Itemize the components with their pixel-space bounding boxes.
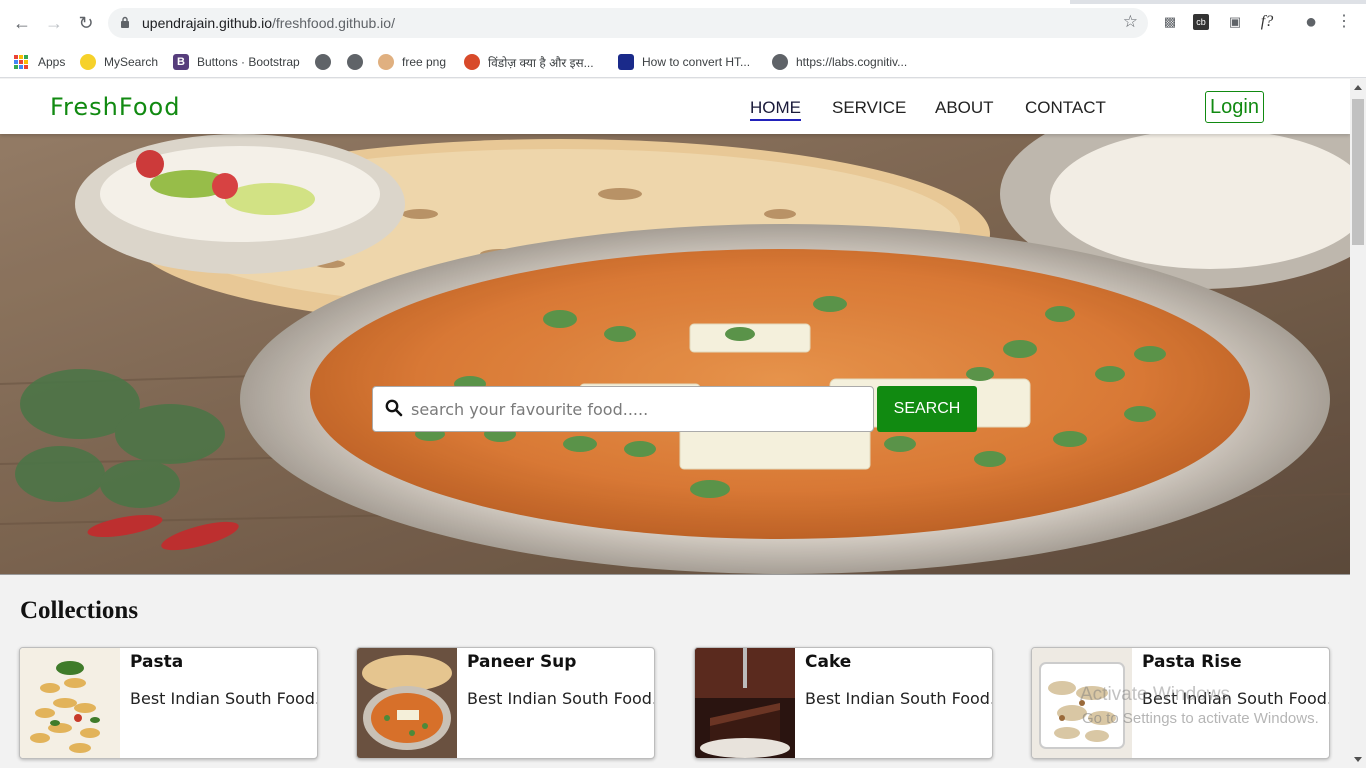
nav-service[interactable]: SERVICE bbox=[832, 98, 906, 118]
person-icon bbox=[378, 54, 394, 70]
windows-activation-subtext: Go to Settings to activate Windows. bbox=[1082, 710, 1319, 727]
address-bar[interactable]: upendrajain.github.io/freshfood.github.i… bbox=[108, 8, 1148, 38]
login-button[interactable]: Login bbox=[1205, 91, 1264, 123]
url-host: upendrajain.github.io bbox=[142, 15, 272, 31]
bookmark-label: MySearch bbox=[104, 55, 159, 69]
bookmark-label: विंडोज़ क्या है और इस... bbox=[488, 55, 594, 70]
bookmark-globe-1[interactable] bbox=[315, 52, 339, 72]
mysearch-icon bbox=[80, 54, 96, 70]
collections-heading: Collections bbox=[20, 597, 139, 624]
card-title: Paneer Sup bbox=[467, 652, 577, 672]
bookmark-label: free png bbox=[402, 55, 447, 69]
collection-card-cake[interactable]: Cake Best Indian South Food. bbox=[694, 647, 993, 759]
tab-strip bbox=[0, 0, 1366, 4]
windows-activation-watermark: Activate Windows bbox=[1080, 684, 1230, 705]
bookmark-label: Buttons · Bootstrap bbox=[197, 55, 300, 69]
card-description: Best Indian South Food. bbox=[467, 689, 655, 708]
hero-banner: SEARCH bbox=[0, 134, 1350, 575]
nav-about[interactable]: ABOUT bbox=[935, 98, 994, 118]
font-extension-icon[interactable]: f? bbox=[1257, 12, 1277, 32]
url-path: /freshfood.github.io/ bbox=[272, 15, 395, 31]
card-title: Pasta bbox=[130, 652, 184, 672]
bookmark-mysearch[interactable]: MySearch bbox=[80, 52, 158, 72]
site-logo-icon bbox=[464, 54, 480, 70]
bookmark-label: How to convert HT... bbox=[642, 55, 751, 69]
scroll-up-arrow-icon[interactable] bbox=[1354, 85, 1362, 90]
card-title: Cake bbox=[805, 652, 852, 672]
web-page: FreshFood HOME SERVICE ABOUT CONTACT Log… bbox=[0, 79, 1350, 768]
site-logo[interactable]: FreshFood bbox=[50, 93, 180, 121]
nav-contact[interactable]: CONTACT bbox=[1025, 98, 1106, 118]
page-scrollbar[interactable] bbox=[1350, 79, 1366, 768]
browser-toolbar: ← → ↻ upendrajain.github.io/freshfood.gi… bbox=[0, 0, 1366, 46]
menu-kebab-icon[interactable]: ⋮ bbox=[1334, 12, 1354, 32]
search-icon bbox=[385, 399, 403, 417]
forward-icon[interactable]: → bbox=[43, 12, 65, 34]
paneer-sup-image bbox=[357, 648, 457, 758]
card-description: Best Indian South Food. bbox=[805, 689, 993, 708]
back-icon[interactable]: ← bbox=[11, 12, 33, 34]
lock-icon bbox=[121, 16, 129, 28]
bookmark-globe-2[interactable] bbox=[347, 52, 371, 72]
hero-food-image bbox=[0, 134, 1350, 574]
card-description: Best Indian South Food. bbox=[130, 689, 318, 708]
bookmark-windows-hindi[interactable]: विंडोज़ क्या है और इस... bbox=[464, 52, 594, 72]
pasta-image bbox=[20, 648, 120, 758]
bookmark-how-to-convert[interactable]: How to convert HT... bbox=[618, 52, 750, 72]
globe-icon bbox=[315, 54, 331, 70]
globe-icon bbox=[347, 54, 363, 70]
collection-card-paneer-sup[interactable]: Paneer Sup Best Indian South Food. bbox=[356, 647, 655, 759]
reload-icon[interactable]: ↻ bbox=[75, 12, 97, 34]
apps-grid-icon bbox=[14, 55, 28, 69]
bookmark-labs-cognitive[interactable]: https://labs.cognitiv... bbox=[772, 52, 907, 72]
profile-icon[interactable]: ● bbox=[1301, 12, 1321, 32]
bookmark-star-icon[interactable]: ☆ bbox=[1123, 12, 1138, 32]
search-button[interactable]: SEARCH bbox=[877, 386, 977, 432]
bookmark-label: Apps bbox=[38, 55, 66, 69]
bookmark-label: https://labs.cognitiv... bbox=[796, 55, 908, 69]
collection-card-pasta[interactable]: Pasta Best Indian South Food. bbox=[19, 647, 318, 759]
url-text: upendrajain.github.io/freshfood.github.i… bbox=[142, 15, 395, 31]
bookmark-free-png[interactable]: free png bbox=[378, 52, 446, 72]
cast-icon[interactable]: ▩ bbox=[1160, 12, 1180, 32]
translate-icon[interactable]: ▣ bbox=[1225, 12, 1245, 32]
search-input[interactable] bbox=[411, 395, 861, 423]
globe-icon bbox=[772, 54, 788, 70]
bookmarks-bar: Apps MySearch B Buttons · Bootstrap free… bbox=[0, 46, 1366, 78]
food-search-box bbox=[372, 386, 874, 432]
scroll-down-arrow-icon[interactable] bbox=[1354, 757, 1362, 762]
site-header: FreshFood HOME SERVICE ABOUT CONTACT Log… bbox=[0, 79, 1350, 134]
extension-icon[interactable]: cb bbox=[1193, 14, 1209, 30]
bookmark-bootstrap[interactable]: B Buttons · Bootstrap bbox=[173, 52, 300, 72]
scrollbar-thumb[interactable] bbox=[1352, 99, 1364, 245]
bookmark-apps[interactable]: Apps bbox=[14, 52, 65, 72]
card-title: Pasta Rise bbox=[1142, 652, 1242, 672]
flag-icon bbox=[618, 54, 634, 70]
nav-home[interactable]: HOME bbox=[750, 98, 801, 121]
cake-image bbox=[695, 648, 795, 758]
active-tab[interactable] bbox=[0, 0, 1070, 4]
bootstrap-icon: B bbox=[173, 54, 189, 70]
